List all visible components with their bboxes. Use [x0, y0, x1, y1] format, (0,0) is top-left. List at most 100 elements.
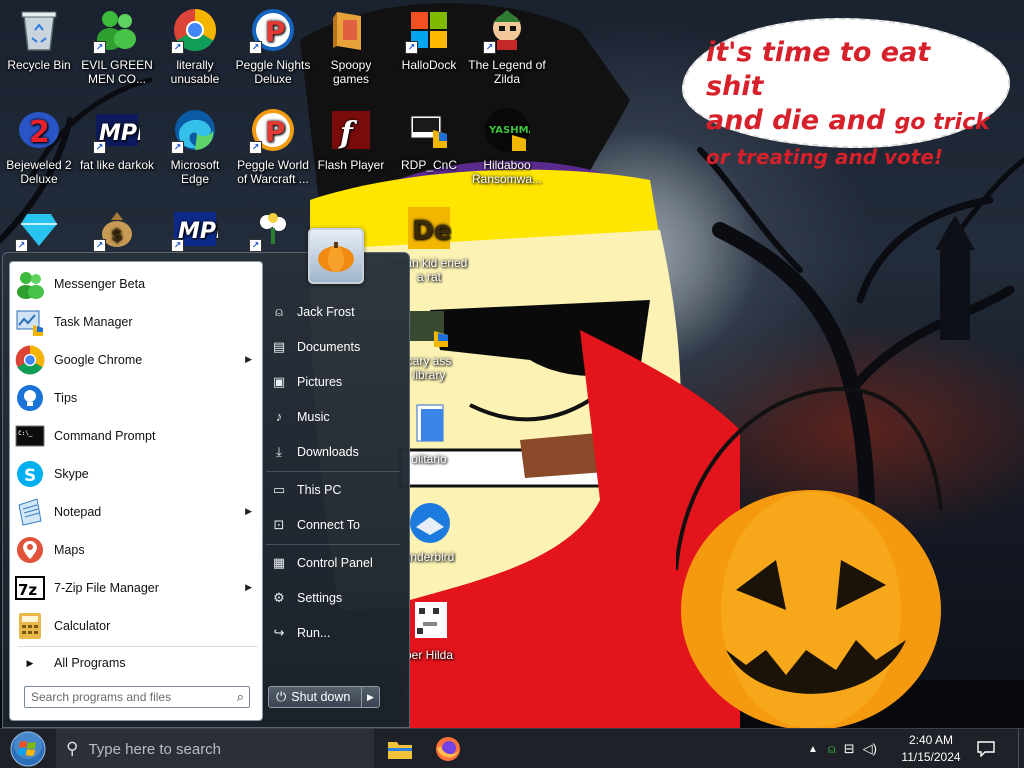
desktop-icon-hallodock[interactable]: ↗ HalloDock	[390, 6, 468, 72]
svg-text:7z: 7z	[18, 581, 37, 599]
zelda-character-icon: ↗	[483, 6, 531, 54]
desktop-icon-hildaboo-ransomware[interactable]: YASHMA Hildaboo Ransomwa...	[468, 106, 546, 186]
submenu-arrow-icon[interactable]: ▶	[245, 582, 252, 593]
start-item-calculator[interactable]: Calculator	[14, 608, 258, 644]
messenger-people-icon: ↗	[93, 6, 141, 54]
start-right-settings[interactable]: ⚙ Settings	[266, 584, 400, 612]
start-item-task-manager[interactable]: Task Manager	[14, 304, 258, 340]
start-item-label: Maps	[54, 543, 85, 557]
desktop-icon-literally-unusable[interactable]: ↗ literally unusable	[156, 6, 234, 86]
network-icon[interactable]: ⊟	[844, 741, 855, 757]
library-icon	[405, 302, 453, 350]
shutdown-button[interactable]: ⏻ Shut down ▶	[268, 686, 380, 708]
start-search-input[interactable]: Search programs and files ⌕	[24, 686, 250, 708]
connect-icon: ⊡	[273, 517, 285, 532]
start-right-label: Connect To	[297, 518, 361, 532]
recycle-bin-icon	[15, 6, 63, 54]
desktop-icon-peggle-nights[interactable]: P ↗ Peggle Nights Deluxe	[234, 6, 312, 86]
desktop-icon-flash-player[interactable]: f Flash Player	[312, 106, 390, 172]
desktop-icon-evil-green-men[interactable]: ↗ EVIL GREEN MEN CO...	[78, 6, 156, 86]
mpl-icon: MPL ↗	[93, 106, 141, 154]
pictures-icon: ▣	[272, 374, 286, 389]
desktop-icon-bejeweled[interactable]: 2 Bejeweled 2 Deluxe	[0, 106, 78, 186]
search-icon: ⌕	[236, 689, 244, 704]
taskbar-clock[interactable]: 2:40 AM 11/15/2024	[890, 732, 972, 766]
start-item-google-chrome[interactable]: Google Chrome ▶	[14, 342, 258, 378]
start-item-notepad[interactable]: Notepad ▶	[14, 494, 258, 530]
money-bag-icon: $ ↗	[93, 204, 141, 252]
svg-text:S: S	[24, 466, 36, 486]
start-menu-separator	[18, 646, 258, 647]
desktop-icon-fat-like-darkok[interactable]: MPL ↗ fat like darkok	[78, 106, 156, 172]
pumpkin-icon	[318, 242, 354, 272]
solitaire-icon	[405, 400, 453, 448]
notepad-icon	[14, 496, 46, 528]
task-manager-icon	[14, 306, 46, 338]
show-hidden-icons-chevron[interactable]: ▲	[808, 744, 818, 755]
start-right-this-pc[interactable]: ▭ This PC	[266, 476, 400, 504]
desktop-icon-diamond[interactable]: ↗	[0, 204, 78, 256]
people-icon[interactable]: ⍝	[828, 741, 836, 757]
start-item-command-prompt[interactable]: C:\_ Command Prompt	[14, 418, 258, 454]
desktop-icon-mpi[interactable]: MPI ↗	[156, 204, 234, 256]
start-item-label: 7-Zip File Manager	[54, 581, 159, 595]
desktop-icon-recycle-bin[interactable]: Recycle Bin	[0, 6, 78, 72]
yashma-icon: YASHMA	[483, 106, 531, 154]
start-right-control-panel[interactable]: ▦ Control Panel	[266, 549, 400, 577]
start-right-downloads[interactable]: ⤓ Downloads	[266, 438, 400, 466]
svg-text:C:\_: C:\_	[18, 430, 33, 437]
user-account-picture[interactable]	[308, 228, 364, 284]
start-item-label: Skype	[54, 467, 89, 481]
action-center-button[interactable]	[972, 729, 1000, 768]
volume-icon[interactable]: ◁)	[863, 741, 877, 757]
desktop-icon-money-bag[interactable]: $ ↗	[78, 204, 156, 256]
chrome-icon	[14, 344, 46, 376]
de-icon: De	[405, 204, 453, 252]
start-item-maps[interactable]: Maps	[14, 532, 258, 568]
start-item-skype[interactable]: S Skype	[14, 456, 258, 492]
submenu-arrow-icon[interactable]: ▶	[245, 354, 252, 365]
start-right-music[interactable]: ♪ Music	[266, 403, 400, 431]
taskbar-search-box[interactable]: ⚲ Type here to search	[56, 729, 374, 768]
desktop-icon-label: The Legend of Zilda	[468, 58, 546, 86]
desktop-icon-flower[interactable]: ↗	[234, 204, 312, 256]
desktop-icon-legend-of-zilda[interactable]: ↗ The Legend of Zilda	[468, 6, 546, 86]
bubble-line-2b: go trick	[894, 110, 990, 135]
all-programs-button[interactable]: ▶ All Programs	[14, 650, 258, 676]
desktop-icon-rdp-cnc[interactable]: RDP_CnC	[390, 106, 468, 172]
svg-text:P: P	[265, 115, 286, 148]
submenu-arrow-icon[interactable]: ▶	[245, 506, 252, 517]
start-right-user-folder[interactable]: ⍝ Jack Frost	[266, 298, 400, 326]
start-right-pictures[interactable]: ▣ Pictures	[266, 368, 400, 396]
start-item-7zip[interactable]: 7z 7-Zip File Manager ▶	[14, 570, 258, 606]
taskbar-file-explorer[interactable]	[376, 729, 424, 768]
start-button[interactable]	[6, 731, 50, 767]
start-right-documents[interactable]: ▤ Documents	[266, 333, 400, 361]
taskbar-firefox[interactable]	[424, 729, 472, 768]
music-icon: ♪	[275, 409, 283, 424]
desktop-icon-microsoft-edge[interactable]: ↗ Microsoft Edge	[156, 106, 234, 186]
control-panel-icon: ▦	[272, 555, 286, 570]
windows-logo-icon: ↗	[405, 6, 453, 54]
start-item-label: Tips	[54, 391, 78, 405]
desktop-icon-spoopy-games[interactable]: Spoopy games	[312, 6, 390, 86]
power-icon: ⏻	[276, 689, 287, 704]
folder-icon	[327, 6, 375, 54]
speech-bubble-text: it's time to eat shit and die and go tri…	[706, 36, 996, 174]
start-right-connect-to[interactable]: ⊡ Connect To	[266, 511, 400, 539]
diamond-icon: ↗	[15, 204, 63, 252]
shutdown-options-arrow[interactable]: ▶	[361, 687, 379, 707]
flash-player-icon: f	[327, 106, 375, 154]
desktop-icon-peggle-world-of-warcraft[interactable]: P ↗ Peggle World of Warcraft ...	[234, 106, 312, 186]
show-desktop-button[interactable]	[1018, 729, 1024, 768]
start-right-run[interactable]: ↪ Run...	[266, 619, 400, 647]
start-item-messenger-beta[interactable]: Messenger Beta	[14, 266, 258, 302]
mpi-icon: MPI ↗	[171, 204, 219, 252]
desktop-icon-label: RDP_CnC	[400, 158, 457, 172]
notification-icon	[977, 741, 995, 757]
clock-time: 2:40 AM	[908, 733, 954, 747]
taskbar-search-placeholder: Type here to search	[88, 740, 222, 758]
skype-icon: S	[14, 458, 46, 490]
edge-icon: ↗	[171, 106, 219, 154]
start-item-tips[interactable]: Tips	[14, 380, 258, 416]
